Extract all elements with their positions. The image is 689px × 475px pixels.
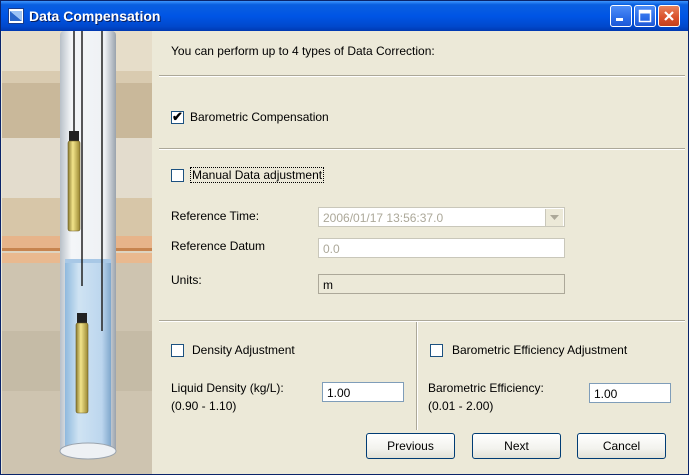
units-label: Units: <box>171 273 202 287</box>
units-value: m <box>323 278 333 292</box>
maximize-icon <box>638 9 652 23</box>
barometric-compensation-label[interactable]: Barometric Compensation <box>190 110 329 124</box>
minimize-button[interactable] <box>610 5 632 27</box>
barometric-efficiency-value: 1.00 <box>594 387 618 401</box>
reference-datum-input[interactable]: 0.0 <box>318 238 565 258</box>
manual-adjustment-checkbox[interactable] <box>171 169 184 182</box>
barometric-efficiency-input[interactable]: 1.00 <box>589 383 671 403</box>
manual-adjustment-label[interactable]: Manual Data adjustment <box>190 167 325 183</box>
cancel-button[interactable]: Cancel <box>577 433 666 459</box>
divider <box>159 320 685 322</box>
title-bar[interactable]: Data Compensation <box>1 1 688 31</box>
reference-time-value: 2006/01/17 13:56:37.0 <box>323 211 444 225</box>
intro-text: You can perform up to 4 types of Data Co… <box>171 44 435 58</box>
app-icon <box>8 8 24 24</box>
close-button[interactable] <box>658 5 680 27</box>
data-compensation-window: Data Compensation You can perform up to … <box>0 0 689 475</box>
barometric-efficiency-label[interactable]: Barometric Efficiency Adjustment <box>452 343 627 357</box>
liquid-density-range: (0.90 - 1.10) <box>171 399 237 413</box>
liquid-density-label: Liquid Density (kg/L): <box>171 381 284 395</box>
reference-datum-value: 0.0 <box>323 242 340 256</box>
dropdown-arrow-icon[interactable] <box>545 209 563 226</box>
minimize-icon <box>616 18 623 21</box>
liquid-density-value: 1.00 <box>327 386 351 400</box>
barometric-efficiency-field-label: Barometric Efficiency: <box>428 381 544 395</box>
reference-time-label: Reference Time: <box>171 209 260 223</box>
density-adjustment-checkbox[interactable] <box>171 344 184 357</box>
density-adjustment-label[interactable]: Density Adjustment <box>192 343 295 357</box>
reference-time-dropdown[interactable]: 2006/01/17 13:56:37.0 <box>318 207 565 227</box>
barometric-efficiency-checkbox[interactable] <box>430 344 443 357</box>
units-field: m <box>318 274 565 294</box>
close-icon <box>664 11 674 21</box>
barometric-compensation-checkbox[interactable]: ✔ <box>171 109 184 124</box>
window-title: Data Compensation <box>29 8 161 24</box>
previous-button[interactable]: Previous <box>366 433 455 459</box>
checkmark-icon: ✔ <box>172 109 183 124</box>
liquid-density-input[interactable]: 1.00 <box>322 382 404 402</box>
vertical-divider <box>416 322 418 430</box>
compensation-panel: You can perform up to 4 types of Data Co… <box>154 31 688 474</box>
next-button[interactable]: Next <box>472 433 561 459</box>
maximize-button[interactable] <box>634 5 656 27</box>
divider <box>159 148 685 150</box>
well-illustration <box>2 31 152 474</box>
reference-datum-label: Reference Datum <box>171 239 266 253</box>
barometric-efficiency-range: (0.01 - 2.00) <box>428 399 494 413</box>
divider <box>159 75 685 77</box>
